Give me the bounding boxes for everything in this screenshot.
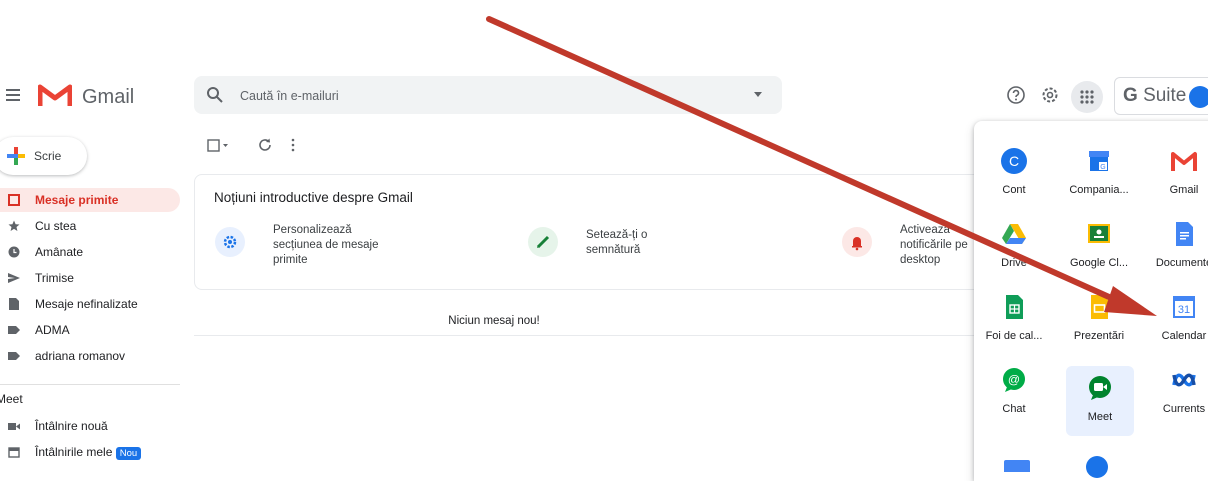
annotation-arrow — [486, 16, 1157, 316]
